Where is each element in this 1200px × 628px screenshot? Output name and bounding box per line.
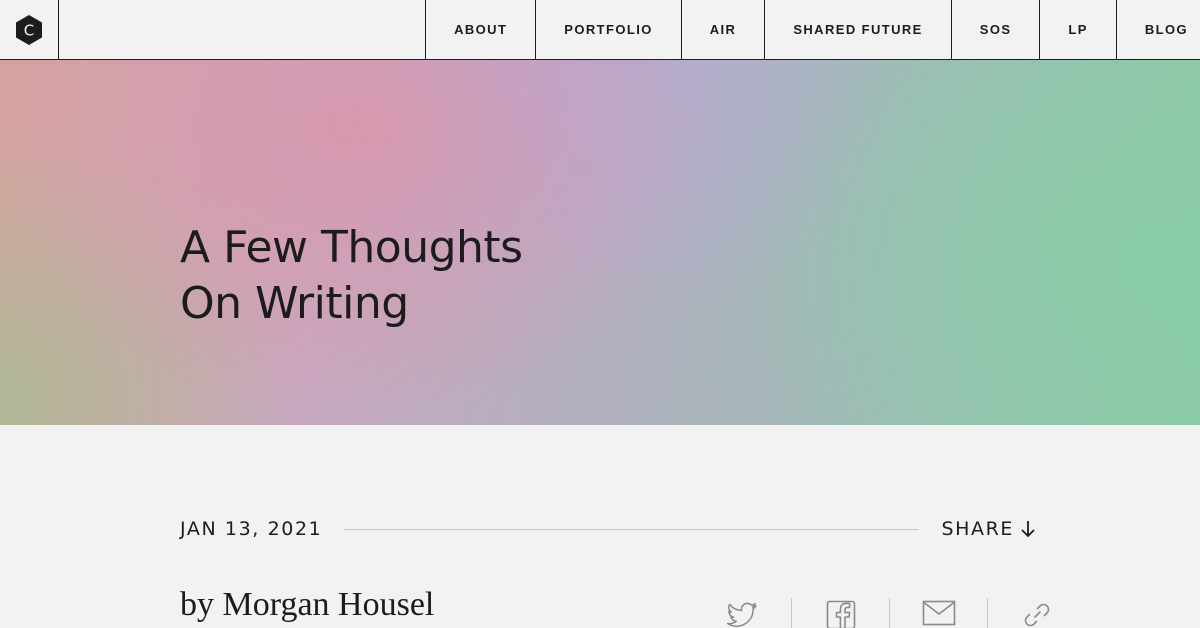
facebook-icon xyxy=(826,600,855,628)
nav-lp[interactable]: LP xyxy=(1039,0,1115,59)
article-title-line-1: A Few Thoughts xyxy=(180,222,523,273)
share-label: SHARE xyxy=(941,518,1014,540)
article-date: JAN 13, 2021 xyxy=(180,518,323,540)
site-header: C ABOUT PORTFOLIO AIR SHARED FUTURE SOS … xyxy=(0,0,1200,60)
share-button[interactable]: SHARE xyxy=(941,518,1036,540)
nav-portfolio[interactable]: PORTFOLIO xyxy=(535,0,680,59)
nav-air[interactable]: AIR xyxy=(680,0,765,59)
arrow-down-icon xyxy=(1021,521,1035,538)
link-icon xyxy=(1024,603,1049,627)
hexagon-logo-icon: C xyxy=(16,14,42,45)
logo-letter: C xyxy=(24,21,34,39)
article-byline: by Morgan Housel xyxy=(180,586,435,623)
share-icon-row xyxy=(694,598,1085,628)
nav-blog[interactable]: BLOG xyxy=(1115,0,1200,59)
share-email-link[interactable] xyxy=(890,598,987,628)
header-spacer xyxy=(59,0,425,59)
article-title: A Few Thoughts On Writing xyxy=(180,220,523,332)
email-icon xyxy=(922,600,955,626)
twitter-icon xyxy=(726,602,757,627)
meta-divider xyxy=(344,528,920,530)
article-meta-row: JAN 13, 2021 SHARE xyxy=(180,512,1036,546)
share-facebook-link[interactable] xyxy=(792,598,889,628)
article-title-line-2: On Writing xyxy=(180,278,409,329)
nav-shared-future[interactable]: SHARED FUTURE xyxy=(764,0,950,59)
main-nav: ABOUT PORTFOLIO AIR SHARED FUTURE SOS LP… xyxy=(425,0,1200,59)
hero-banner: A Few Thoughts On Writing xyxy=(0,60,1200,425)
nav-sos[interactable]: SOS xyxy=(950,0,1040,59)
share-twitter-link[interactable] xyxy=(694,598,791,628)
nav-about[interactable]: ABOUT xyxy=(425,0,535,59)
share-copy-link[interactable] xyxy=(988,598,1085,628)
home-logo-link[interactable]: C xyxy=(0,0,59,59)
